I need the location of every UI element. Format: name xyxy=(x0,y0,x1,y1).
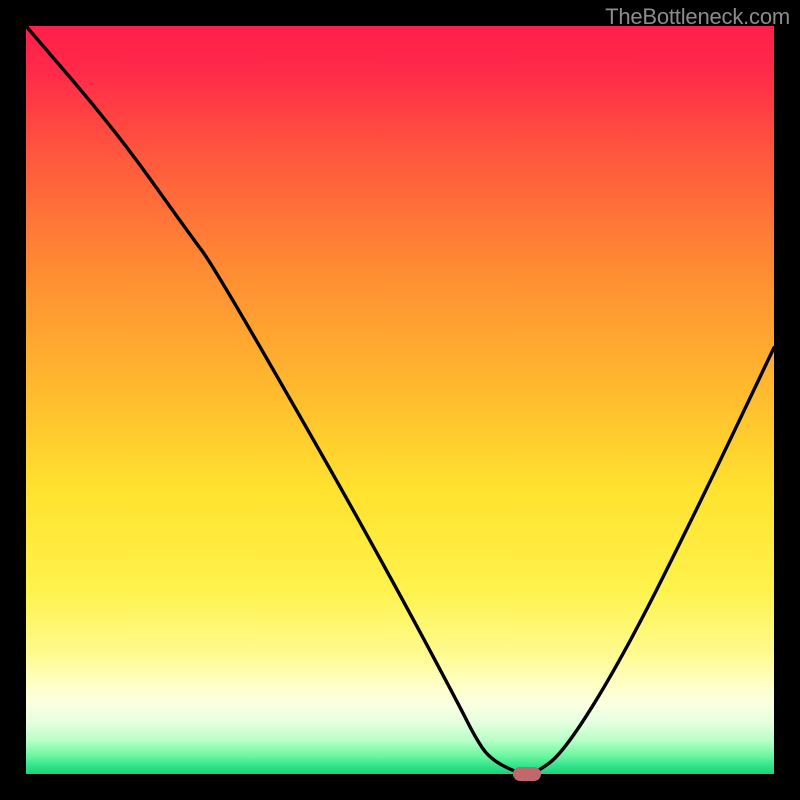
chart-background xyxy=(26,26,774,774)
watermark-text: TheBottleneck.com xyxy=(605,4,790,30)
plot-area xyxy=(26,26,774,774)
chart-svg xyxy=(26,26,774,774)
chart-frame: TheBottleneck.com xyxy=(0,0,800,800)
